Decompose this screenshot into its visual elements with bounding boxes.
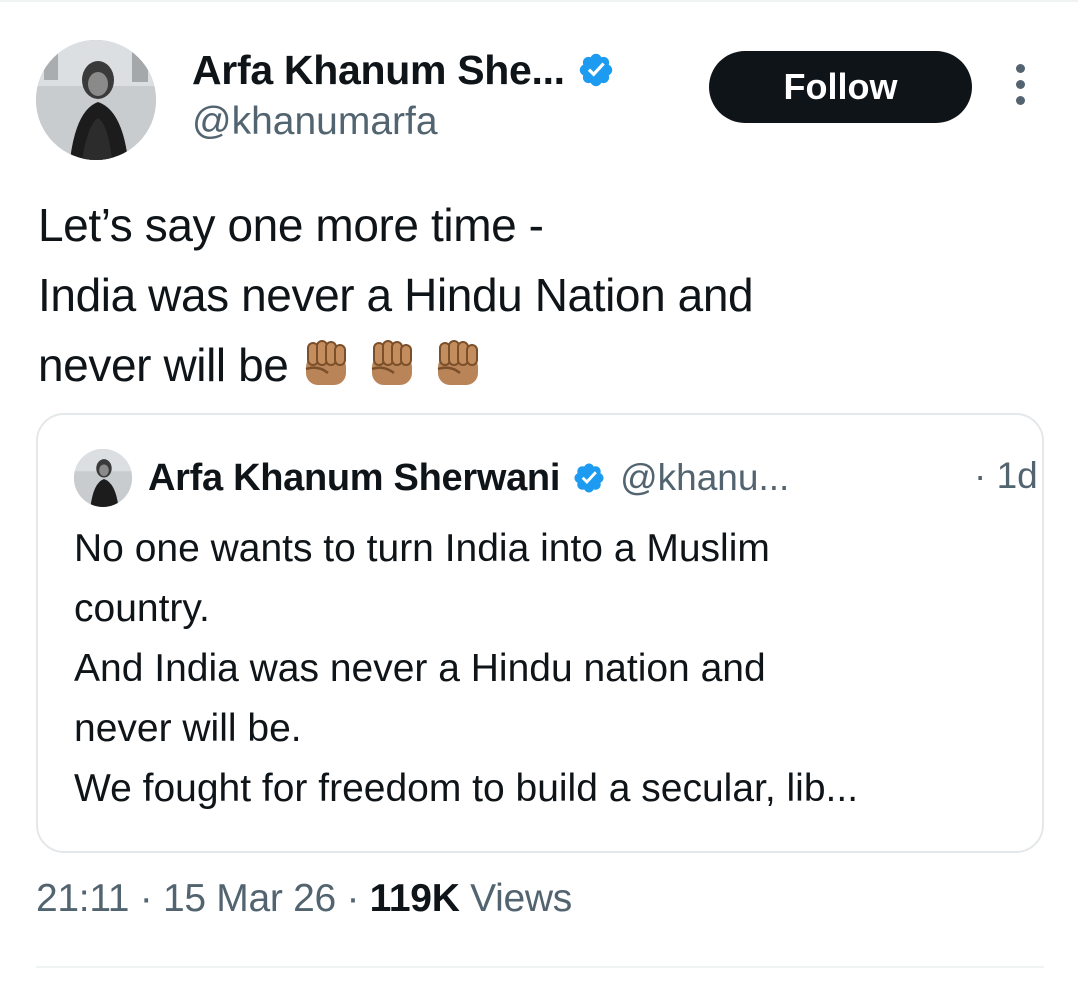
tweet-text: Let’s say one more time - India was neve…	[38, 190, 1038, 400]
meta-separator: ·	[346, 877, 360, 920]
more-vertical-icon[interactable]	[1004, 64, 1036, 110]
tweet-date[interactable]: 15 Mar 26	[163, 877, 336, 920]
verified-badge-icon	[574, 463, 604, 493]
quoted-text-line: And India was never a Hindu nation and	[74, 647, 766, 690]
raised-fist-icon	[372, 339, 413, 385]
quoted-tweet-header: Arfa Khanum Sherwani @khanu...	[148, 453, 789, 503]
emoji-group	[298, 335, 486, 391]
author-handle[interactable]: @khanumarfa	[192, 100, 438, 144]
quoted-tweet-card[interactable]: Arfa Khanum Sherwani @khanu... · 1d No o…	[36, 413, 1044, 853]
quoted-tweet-text: No one wants to turn India into a Muslim…	[74, 519, 1034, 819]
author-avatar[interactable]	[36, 40, 156, 160]
author-name-row[interactable]: Arfa Khanum She...	[192, 44, 615, 96]
tweet-text-line-3: never will be	[38, 330, 1038, 400]
tweet-text-line: Let’s say one more time -	[38, 199, 544, 251]
quoted-author-name: Arfa Khanum Sherwani	[148, 456, 561, 499]
raised-fist-icon	[306, 339, 347, 385]
tweet-meta: 21:11 · 15 Mar 26 · 119K Views	[36, 877, 572, 921]
author-display-name[interactable]: Arfa Khanum She...	[192, 47, 565, 94]
quoted-author-handle: @khanu...	[620, 457, 790, 498]
tweet-text-line: never will be	[38, 339, 289, 391]
views-label: Views	[470, 877, 572, 920]
quoted-text-line: We fought for freedom to build a secular…	[74, 767, 859, 810]
top-divider	[0, 0, 1078, 2]
quoted-author-avatar[interactable]	[74, 449, 132, 507]
bottom-divider	[36, 966, 1044, 968]
tweet-time[interactable]: 21:11	[36, 877, 130, 920]
quoted-tweet-time: · 1d	[974, 455, 1038, 496]
raised-fist-icon	[438, 339, 479, 385]
views-count: 119K	[369, 877, 460, 920]
quoted-text-line: country.	[74, 587, 210, 630]
quoted-text-line: No one wants to turn India into a Muslim	[74, 527, 770, 570]
follow-button[interactable]: Follow	[709, 51, 972, 123]
quoted-text-line: never will be.	[74, 707, 302, 750]
verified-badge-icon	[579, 53, 613, 87]
tweet-text-line: India was never a Hindu Nation and	[38, 269, 754, 321]
meta-separator: ·	[139, 877, 153, 920]
